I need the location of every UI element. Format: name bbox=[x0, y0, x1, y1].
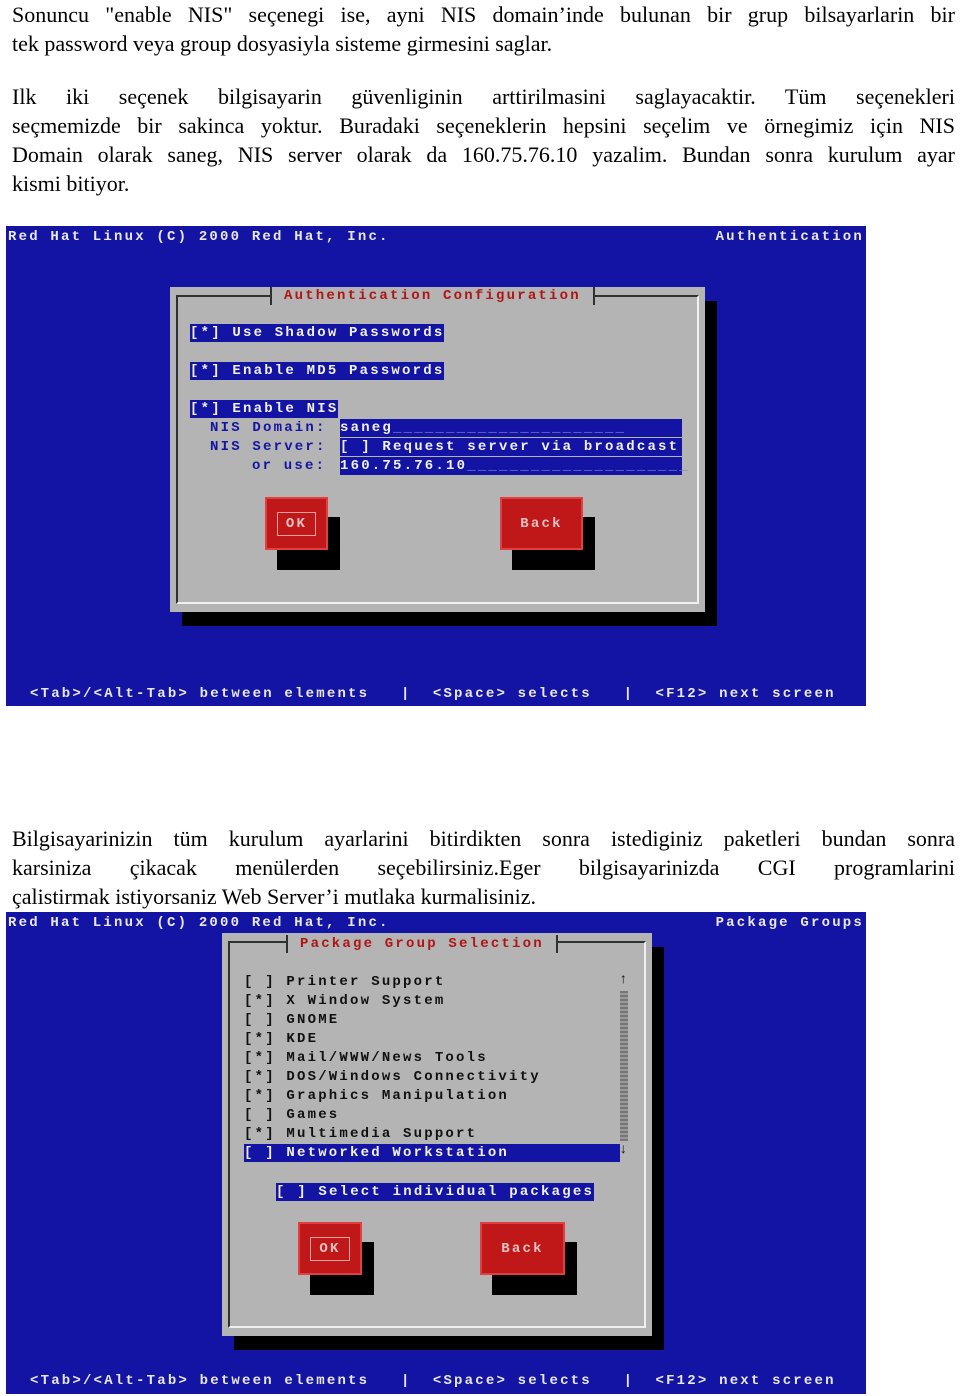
package-item[interactable]: [*] DOS/Windows Connectivity bbox=[244, 1068, 541, 1086]
text-line: çalistirmak istiyorsaniz Web Server’i mu… bbox=[12, 884, 537, 909]
header-right: Package Groups bbox=[715, 915, 864, 931]
text-line: kismi bitiyor. bbox=[12, 171, 130, 196]
dialog-title: Authentication Configuration bbox=[270, 287, 595, 305]
package-item[interactable]: [ ] Games bbox=[244, 1106, 339, 1124]
back-button[interactable]: Back bbox=[480, 1222, 565, 1275]
scroll-up-arrow-icon[interactable]: ↑ bbox=[619, 971, 630, 989]
package-item[interactable]: [ ] Networked Workstation bbox=[244, 1144, 620, 1162]
header-right: Authentication bbox=[715, 229, 864, 245]
or-use-label: or use: bbox=[252, 458, 327, 474]
md5-passwords-checkbox[interactable]: [*] Enable MD5 Passwords bbox=[190, 362, 445, 380]
ok-button[interactable]: OK bbox=[265, 497, 328, 550]
select-individual-packages-checkbox[interactable]: [ ] Select individual packages bbox=[276, 1183, 595, 1201]
text-line: seçmemizde bir sakinca yoktur. Buradaki … bbox=[12, 113, 955, 138]
package-item[interactable]: [ ] Printer Support bbox=[244, 973, 445, 991]
paragraph-packages: Bilgisayarinizin tüm kurulum ayarlarini … bbox=[12, 824, 955, 911]
nis-domain-label: NIS Domain: bbox=[210, 420, 327, 436]
package-item[interactable]: [*] X Window System bbox=[244, 992, 445, 1010]
text-line: karsiniza çikacak menülerden seçebilirsi… bbox=[12, 855, 955, 880]
nis-server-value: 160.75.76.10 bbox=[340, 458, 468, 474]
text-line: Sonuncu "enable NIS" seçenegi ise, ayni … bbox=[12, 2, 955, 27]
package-item[interactable]: [*] Multimedia Support bbox=[244, 1125, 477, 1143]
ok-button[interactable]: OK bbox=[298, 1222, 362, 1275]
text-line: Domain olarak saneg, NIS server olarak d… bbox=[12, 142, 955, 167]
nis-server-label: NIS Server: bbox=[210, 439, 327, 455]
nis-domain-input[interactable]: saneg______________________ bbox=[340, 419, 682, 437]
scroll-down-arrow-icon[interactable]: ↓ bbox=[619, 1141, 630, 1159]
package-dialog: Package Group Selection [ ] Printer Supp… bbox=[222, 933, 652, 1336]
package-item[interactable]: [ ] GNOME bbox=[244, 1011, 339, 1029]
package-item[interactable]: [*] Graphics Manipulation bbox=[244, 1087, 509, 1105]
nis-domain-value: saneg bbox=[340, 420, 394, 436]
footer-help: <Tab>/<Alt-Tab> between elements | <Spac… bbox=[30, 686, 836, 702]
package-item[interactable]: [*] KDE bbox=[244, 1030, 318, 1048]
shadow-passwords-checkbox[interactable]: [*] Use Shadow Passwords bbox=[190, 324, 445, 342]
paragraph-nis: Sonuncu "enable NIS" seçenegi ise, ayni … bbox=[12, 0, 955, 58]
nis-server-input[interactable]: 160.75.76.10_____________________ bbox=[340, 457, 688, 475]
broadcast-checkbox[interactable]: [ ] Request server via broadcast bbox=[340, 438, 682, 456]
auth-config-screenshot: Red Hat Linux (C) 2000 Red Hat, Inc. Aut… bbox=[6, 226, 866, 706]
text-line: Bilgisayarinizin tüm kurulum ayarlarini … bbox=[12, 826, 955, 851]
scrollbar[interactable] bbox=[620, 991, 628, 1141]
header-left: Red Hat Linux (C) 2000 Red Hat, Inc. bbox=[8, 915, 390, 931]
auth-dialog: Authentication Configuration [*] Use Sha… bbox=[170, 287, 705, 612]
package-group-screenshot: Red Hat Linux (C) 2000 Red Hat, Inc. Pac… bbox=[6, 912, 866, 1394]
back-button[interactable]: Back bbox=[500, 497, 583, 550]
package-item[interactable]: [*] Mail/WWW/News Tools bbox=[244, 1049, 488, 1067]
dialog-title: Package Group Selection bbox=[286, 935, 558, 953]
header-left: Red Hat Linux (C) 2000 Red Hat, Inc. bbox=[8, 229, 390, 245]
text-line: Ilk iki seçenek bilgisayarin güvenligini… bbox=[12, 84, 955, 109]
text-line: tek password veya group dosyasiyla siste… bbox=[12, 31, 553, 56]
enable-nis-checkbox[interactable]: [*] Enable NIS bbox=[190, 400, 339, 418]
footer-help: <Tab>/<Alt-Tab> between elements | <Spac… bbox=[30, 1373, 836, 1389]
paragraph-options: Ilk iki seçenek bilgisayarin güvenligini… bbox=[12, 82, 955, 198]
